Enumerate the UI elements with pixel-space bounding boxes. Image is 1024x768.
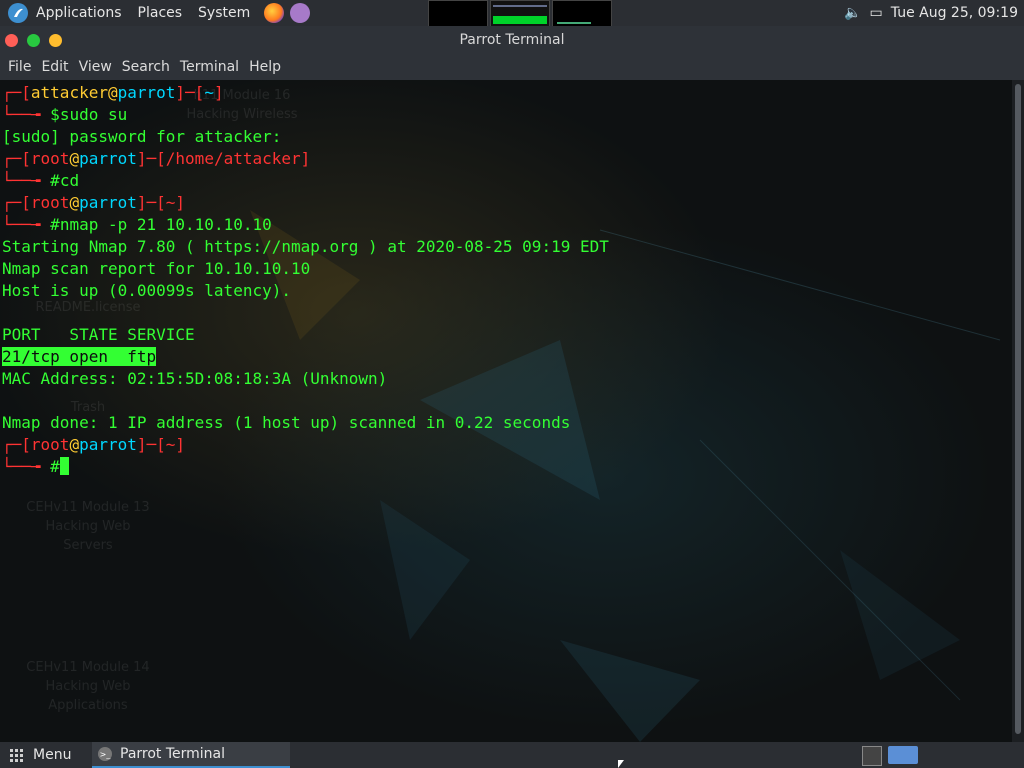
output-line: PORT STATE SERVICE bbox=[2, 325, 195, 344]
desktop-label: Hacking Web bbox=[45, 679, 131, 694]
text-cursor bbox=[59, 457, 69, 475]
keyboard-icon[interactable] bbox=[862, 746, 882, 766]
desktop-label: Applications bbox=[48, 698, 128, 713]
system-menu[interactable]: System bbox=[198, 5, 250, 21]
display-icon[interactable]: ▭ bbox=[870, 5, 883, 21]
menu-view[interactable]: View bbox=[79, 59, 112, 75]
title-bar[interactable]: Parrot Terminal bbox=[0, 26, 1024, 54]
command-text: cd bbox=[59, 171, 80, 190]
prompt-user: root bbox=[30, 435, 70, 454]
prompt-user: attacker bbox=[30, 83, 108, 102]
prompt-path: /home/attacker bbox=[165, 149, 301, 168]
scroll-thumb[interactable] bbox=[1015, 84, 1021, 734]
taskbar-tray bbox=[862, 746, 918, 766]
prompt-symbol: # bbox=[50, 171, 60, 190]
output-line: Starting Nmap 7.80 ( https://nmap.org ) … bbox=[2, 237, 609, 256]
taskbar-item-terminal[interactable]: >_ Parrot Terminal bbox=[92, 742, 290, 768]
desktop-label: Hacking Web bbox=[45, 519, 131, 534]
prompt-user: root bbox=[30, 193, 70, 212]
menu-file[interactable]: File bbox=[8, 59, 31, 75]
scrollbar[interactable] bbox=[1012, 80, 1024, 742]
output-line: MAC Address: 02:15:5D:08:18:3A (Unknown) bbox=[2, 369, 388, 388]
output-line: Nmap scan report for 10.10.10.10 bbox=[2, 259, 311, 278]
menu-help[interactable]: Help bbox=[249, 59, 281, 75]
terminal-area[interactable]: h11 Module 16 Hacking Wireless README.li… bbox=[0, 80, 1012, 742]
prompt-symbol: # bbox=[50, 457, 60, 476]
desktop-label: CEHv11 Module 13 bbox=[26, 500, 150, 515]
task-label: Parrot Terminal bbox=[120, 746, 226, 762]
firefox-icon[interactable] bbox=[264, 3, 285, 23]
menu-bar: File Edit View Search Terminal Help bbox=[0, 54, 1024, 80]
desktop-label: Servers bbox=[63, 538, 113, 553]
workspace-switcher[interactable] bbox=[428, 0, 612, 27]
workspace-1[interactable] bbox=[428, 0, 488, 27]
prompt-symbol: # bbox=[50, 215, 60, 234]
output-line: [sudo] password for attacker: bbox=[2, 127, 282, 146]
prompt-host: parrot bbox=[79, 193, 137, 212]
prompt-user: root bbox=[30, 149, 70, 168]
desktop-label: CEHv11 Module 14 bbox=[26, 660, 150, 675]
mouse-pointer-icon bbox=[618, 760, 624, 768]
menu-search[interactable]: Search bbox=[122, 59, 170, 75]
applications-menu[interactable]: Applications bbox=[36, 5, 122, 21]
system-tray: 🔈 ▭ Tue Aug 25, 09:19 bbox=[844, 0, 1018, 26]
prompt-host: parrot bbox=[79, 149, 137, 168]
close-button[interactable] bbox=[5, 33, 18, 47]
grid-menu-icon bbox=[10, 748, 23, 762]
window-title: Parrot Terminal bbox=[459, 32, 565, 48]
output-line: Host is up (0.00099s latency). bbox=[2, 281, 291, 300]
prompt-symbol: $ bbox=[50, 105, 60, 124]
output-line: Nmap done: 1 IP address (1 host up) scan… bbox=[2, 413, 571, 432]
minimize-button[interactable] bbox=[27, 33, 40, 47]
taskbar: Menu >_ Parrot Terminal bbox=[0, 742, 1024, 768]
prompt-path: ~ bbox=[165, 435, 176, 454]
prompt-host: parrot bbox=[79, 435, 137, 454]
command-text: nmap -p 21 10.10.10.10 bbox=[59, 215, 272, 234]
terminal-output: ┌─[attacker@parrot]─[~] └──╼ $sudo su [s… bbox=[2, 83, 609, 476]
top-panel: Applications Places System >_ 🔈 ▭ Tue Au… bbox=[0, 0, 1024, 716]
command-text: sudo su bbox=[59, 105, 128, 124]
menu-terminal[interactable]: Terminal bbox=[180, 59, 239, 75]
terminal-window: Parrot Terminal File Edit View Search Te… bbox=[0, 26, 1024, 742]
menu-edit[interactable]: Edit bbox=[41, 59, 68, 75]
prompt-path: ~ bbox=[165, 193, 176, 212]
output-line-highlighted: 21/tcp open ftp bbox=[2, 347, 157, 366]
clock[interactable]: Tue Aug 25, 09:19 bbox=[891, 5, 1018, 21]
prompt-path: ~ bbox=[204, 83, 214, 102]
terminal-icon[interactable] bbox=[888, 746, 918, 764]
menu-button[interactable]: Menu bbox=[10, 747, 71, 763]
terminal-icon: >_ bbox=[98, 747, 112, 761]
places-menu[interactable]: Places bbox=[138, 5, 183, 21]
text-editor-icon[interactable] bbox=[290, 3, 311, 23]
prompt-host: parrot bbox=[117, 83, 176, 102]
parrot-logo-icon[interactable] bbox=[8, 3, 28, 23]
menu-label: Menu bbox=[33, 747, 72, 763]
maximize-button[interactable] bbox=[49, 33, 62, 47]
volume-icon[interactable]: 🔈 bbox=[844, 5, 861, 21]
workspace-2[interactable] bbox=[490, 0, 550, 27]
workspace-3[interactable] bbox=[552, 0, 612, 27]
